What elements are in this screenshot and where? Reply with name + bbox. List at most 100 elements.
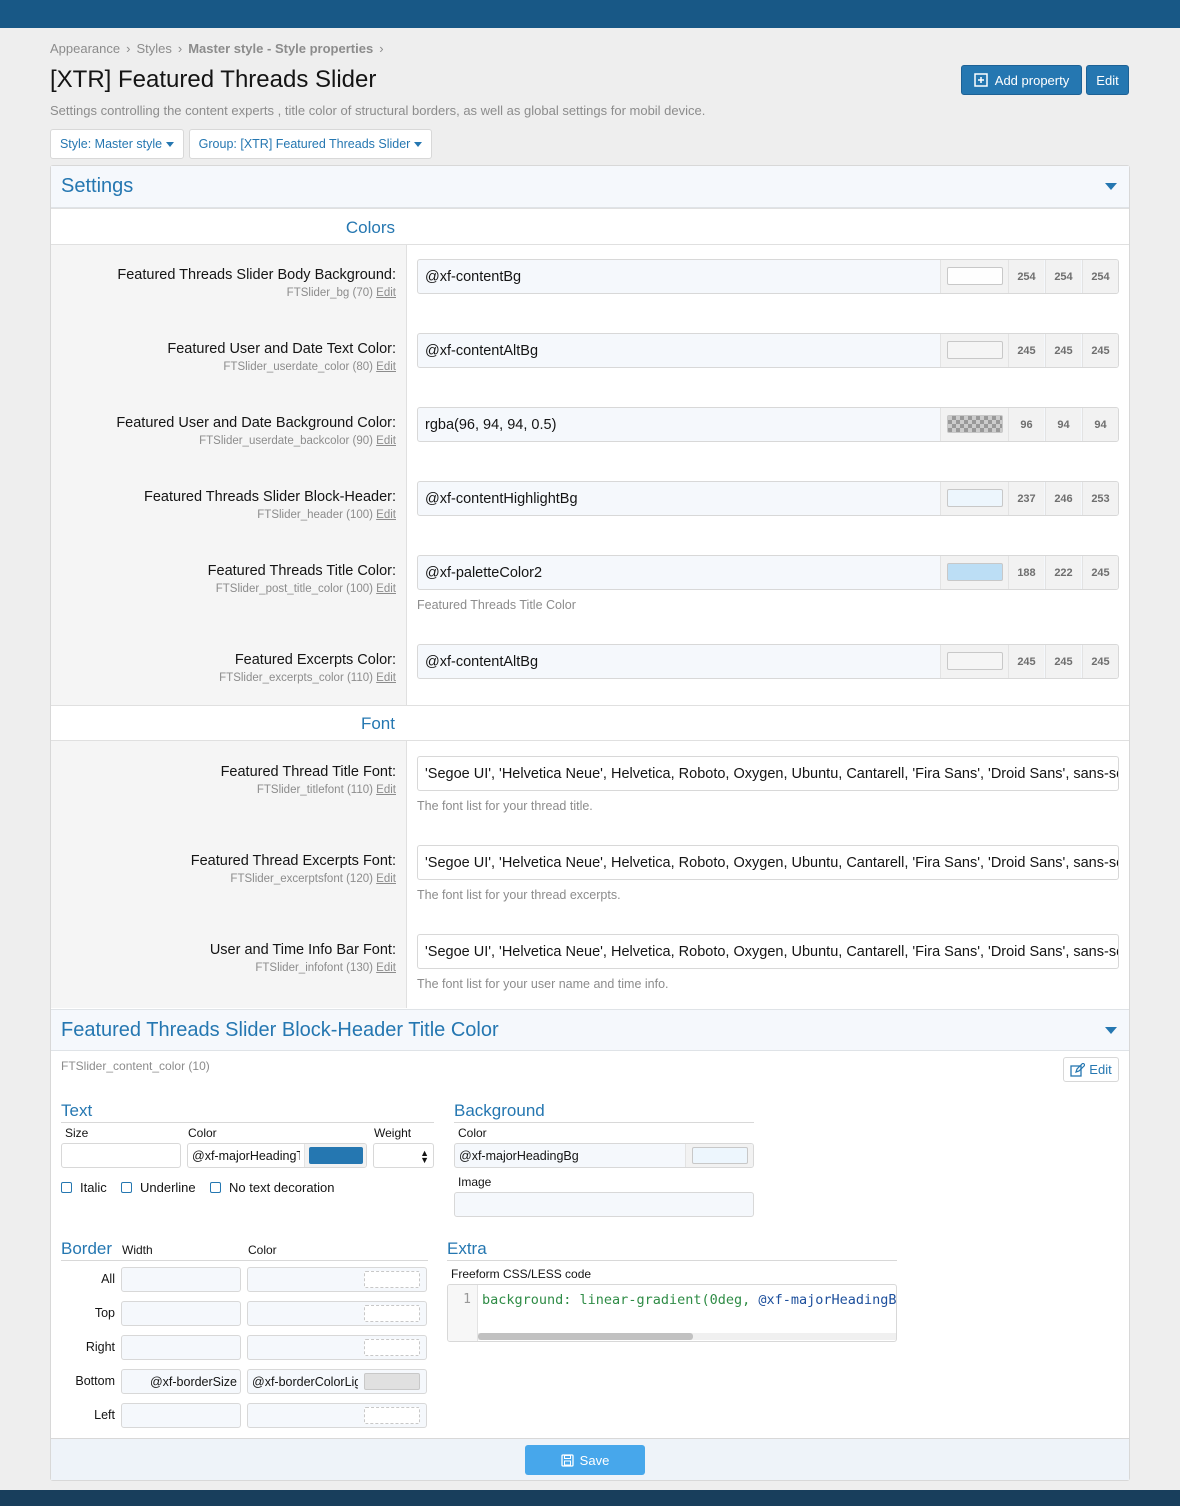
setting-edit-link[interactable]: Edit [376, 873, 396, 885]
setting-edit-link[interactable]: Edit [376, 583, 396, 595]
checkbox-box[interactable] [61, 1182, 72, 1193]
weight-select[interactable]: ▲ ▼ [373, 1143, 434, 1168]
setting-title: Featured Thread Title Font: [220, 764, 396, 780]
background-swatch-box[interactable] [685, 1144, 753, 1167]
add-property-button[interactable]: Add property [961, 65, 1082, 95]
add-property-label: Add property [994, 72, 1070, 88]
setting-edit-link[interactable]: Edit [376, 435, 396, 447]
background-color-input[interactable]: @xf-majorHeadingBg [454, 1143, 754, 1168]
select-arrows-icon: ▲ ▼ [420, 1148, 429, 1165]
group-filter-dropdown[interactable]: Group: [XTR] Featured Threads Slider [189, 129, 432, 159]
size-label: Size [65, 1126, 89, 1140]
blue-value: 253 [1082, 482, 1118, 515]
checkbox-box[interactable] [121, 1182, 132, 1193]
font-value-input[interactable]: 'Segoe UI', 'Helvetica Neue', Helvetica,… [417, 845, 1119, 880]
color-value-input[interactable]: @xf-contentHighlightBg 237 246 253 [417, 481, 1119, 516]
background-divider [454, 1122, 754, 1123]
extra-heading: Extra [447, 1239, 487, 1258]
color-swatch-box[interactable] [940, 482, 1008, 515]
border-side-label: All [101, 1272, 115, 1286]
background-image-input[interactable] [454, 1192, 754, 1217]
background-color-value: @xf-majorHeadingBg [459, 1148, 579, 1163]
border-color-swatch[interactable] [364, 1339, 420, 1356]
border-color-swatch[interactable] [364, 1305, 420, 1322]
border-color-input[interactable] [247, 1335, 427, 1360]
border-color-swatch[interactable] [364, 1271, 420, 1288]
border-heading: Border [61, 1239, 113, 1258]
setting-id: FTSlider_titlefont (110) [256, 784, 373, 796]
color-swatch-box[interactable] [940, 260, 1008, 293]
collapse-arrow-icon[interactable] [1105, 1027, 1117, 1034]
font-value-input[interactable]: 'Segoe UI', 'Helvetica Neue', Helvetica,… [417, 756, 1119, 791]
block-header-title: Featured Threads Slider Block-Header Tit… [61, 1018, 499, 1041]
text-color-swatch-box[interactable] [304, 1144, 366, 1167]
property-edit-button[interactable]: Edit [1063, 1057, 1119, 1082]
no-text-decoration-checkbox[interactable]: No text decoration [210, 1180, 335, 1195]
code-line-numbers: 1 [448, 1285, 478, 1341]
style-filter-dropdown[interactable]: Style: Master style [50, 129, 184, 159]
italic-checkbox[interactable]: Italic [61, 1180, 107, 1195]
setting-edit-link[interactable]: Edit [376, 287, 396, 299]
color-value-input[interactable]: @xf-contentBg 254 254 254 [417, 259, 1119, 294]
color-swatch-box[interactable] [940, 408, 1008, 441]
border-color-input[interactable] [247, 1301, 427, 1326]
setting-id: FTSlider_userdate_backcolor (90) [199, 435, 373, 447]
color-value-input[interactable]: @xf-contentAltBg 245 245 245 [417, 644, 1119, 679]
border-width-input[interactable] [121, 1267, 241, 1292]
edit-button[interactable]: Edit [1086, 65, 1129, 95]
italic-label: Italic [80, 1180, 107, 1195]
code-line[interactable]: background: linear-gradient(0deg, @xf-ma… [482, 1292, 896, 1308]
block-header-title-color-header[interactable]: Featured Threads Slider Block-Header Tit… [51, 1009, 1129, 1051]
border-color-swatch[interactable] [364, 1373, 420, 1390]
border-width-input[interactable] [121, 1403, 241, 1428]
border-color-input[interactable]: @xf-borderColorLight [247, 1369, 427, 1394]
code-horizontal-scrollbar[interactable] [478, 1333, 896, 1340]
border-color-input[interactable] [247, 1403, 427, 1428]
red-value: 245 [1008, 645, 1044, 678]
css-code-editor[interactable]: 1 background: linear-gradient(0deg, @xf-… [447, 1284, 897, 1342]
border-color-swatch[interactable] [364, 1407, 420, 1424]
edit-label: Edit [1096, 72, 1119, 88]
font-setting-label: Featured Thread Title Font: FTSlider_titl… [221, 764, 396, 796]
chevron-right-icon: › [126, 41, 131, 56]
breadcrumb-styles[interactable]: Styles [136, 41, 171, 56]
color-swatch-box[interactable] [940, 645, 1008, 678]
font-value-input[interactable]: 'Segoe UI', 'Helvetica Neue', Helvetica,… [417, 934, 1119, 969]
border-width-input[interactable]: @xf-borderSize [121, 1369, 241, 1394]
setting-edit-link[interactable]: Edit [376, 672, 396, 684]
border-width-input[interactable] [121, 1301, 241, 1326]
border-color-input[interactable] [247, 1267, 427, 1292]
border-width-input[interactable] [121, 1335, 241, 1360]
color-swatch-box[interactable] [940, 556, 1008, 589]
color-value-input[interactable]: rgba(96, 94, 94, 0.5) 96 94 94 [417, 407, 1119, 442]
color-swatch-box[interactable] [940, 334, 1008, 367]
collapse-arrow-icon[interactable] [1105, 183, 1117, 190]
font-section-heading: Font [51, 705, 1129, 741]
setting-edit-link[interactable]: Edit [376, 962, 396, 974]
breadcrumb-master-style[interactable]: Master style [188, 41, 263, 56]
save-button[interactable]: Save [525, 1445, 645, 1475]
style-filter-label: Style: Master style [59, 137, 163, 151]
setting-edit-link[interactable]: Edit [376, 784, 396, 796]
scrollbar-thumb[interactable] [478, 1333, 693, 1340]
setting-hint: The font list for your thread title. [417, 799, 593, 813]
setting-edit-link[interactable]: Edit [376, 509, 396, 521]
breadcrumb-style-properties[interactable]: Style properties [275, 41, 373, 56]
color-value-input[interactable]: @xf-contentAltBg 245 245 245 [417, 333, 1119, 368]
blue-value: 245 [1082, 645, 1118, 678]
text-divider [61, 1122, 434, 1123]
settings-header[interactable]: Settings [51, 166, 1129, 208]
breadcrumb-appearance[interactable]: Appearance [50, 41, 120, 56]
text-size-input[interactable] [61, 1143, 181, 1168]
breadcrumb: Appearance › Styles › Master style - Style… [50, 41, 390, 56]
no-decoration-label: No text decoration [229, 1180, 335, 1195]
setting-edit-link[interactable]: Edit [376, 361, 396, 373]
setting-id: FTSlider_header (100) [257, 509, 373, 521]
text-color-input[interactable]: @xf-majorHeadingText [187, 1143, 367, 1168]
checkbox-box[interactable] [210, 1182, 221, 1193]
underline-checkbox[interactable]: Underline [121, 1180, 196, 1195]
color-value-input[interactable]: @xf-paletteColor2 188 222 245 [417, 555, 1119, 590]
page-description: Settings controlling the content experts… [50, 103, 706, 118]
blue-value: 245 [1082, 556, 1118, 589]
save-label: Save [579, 1452, 610, 1468]
